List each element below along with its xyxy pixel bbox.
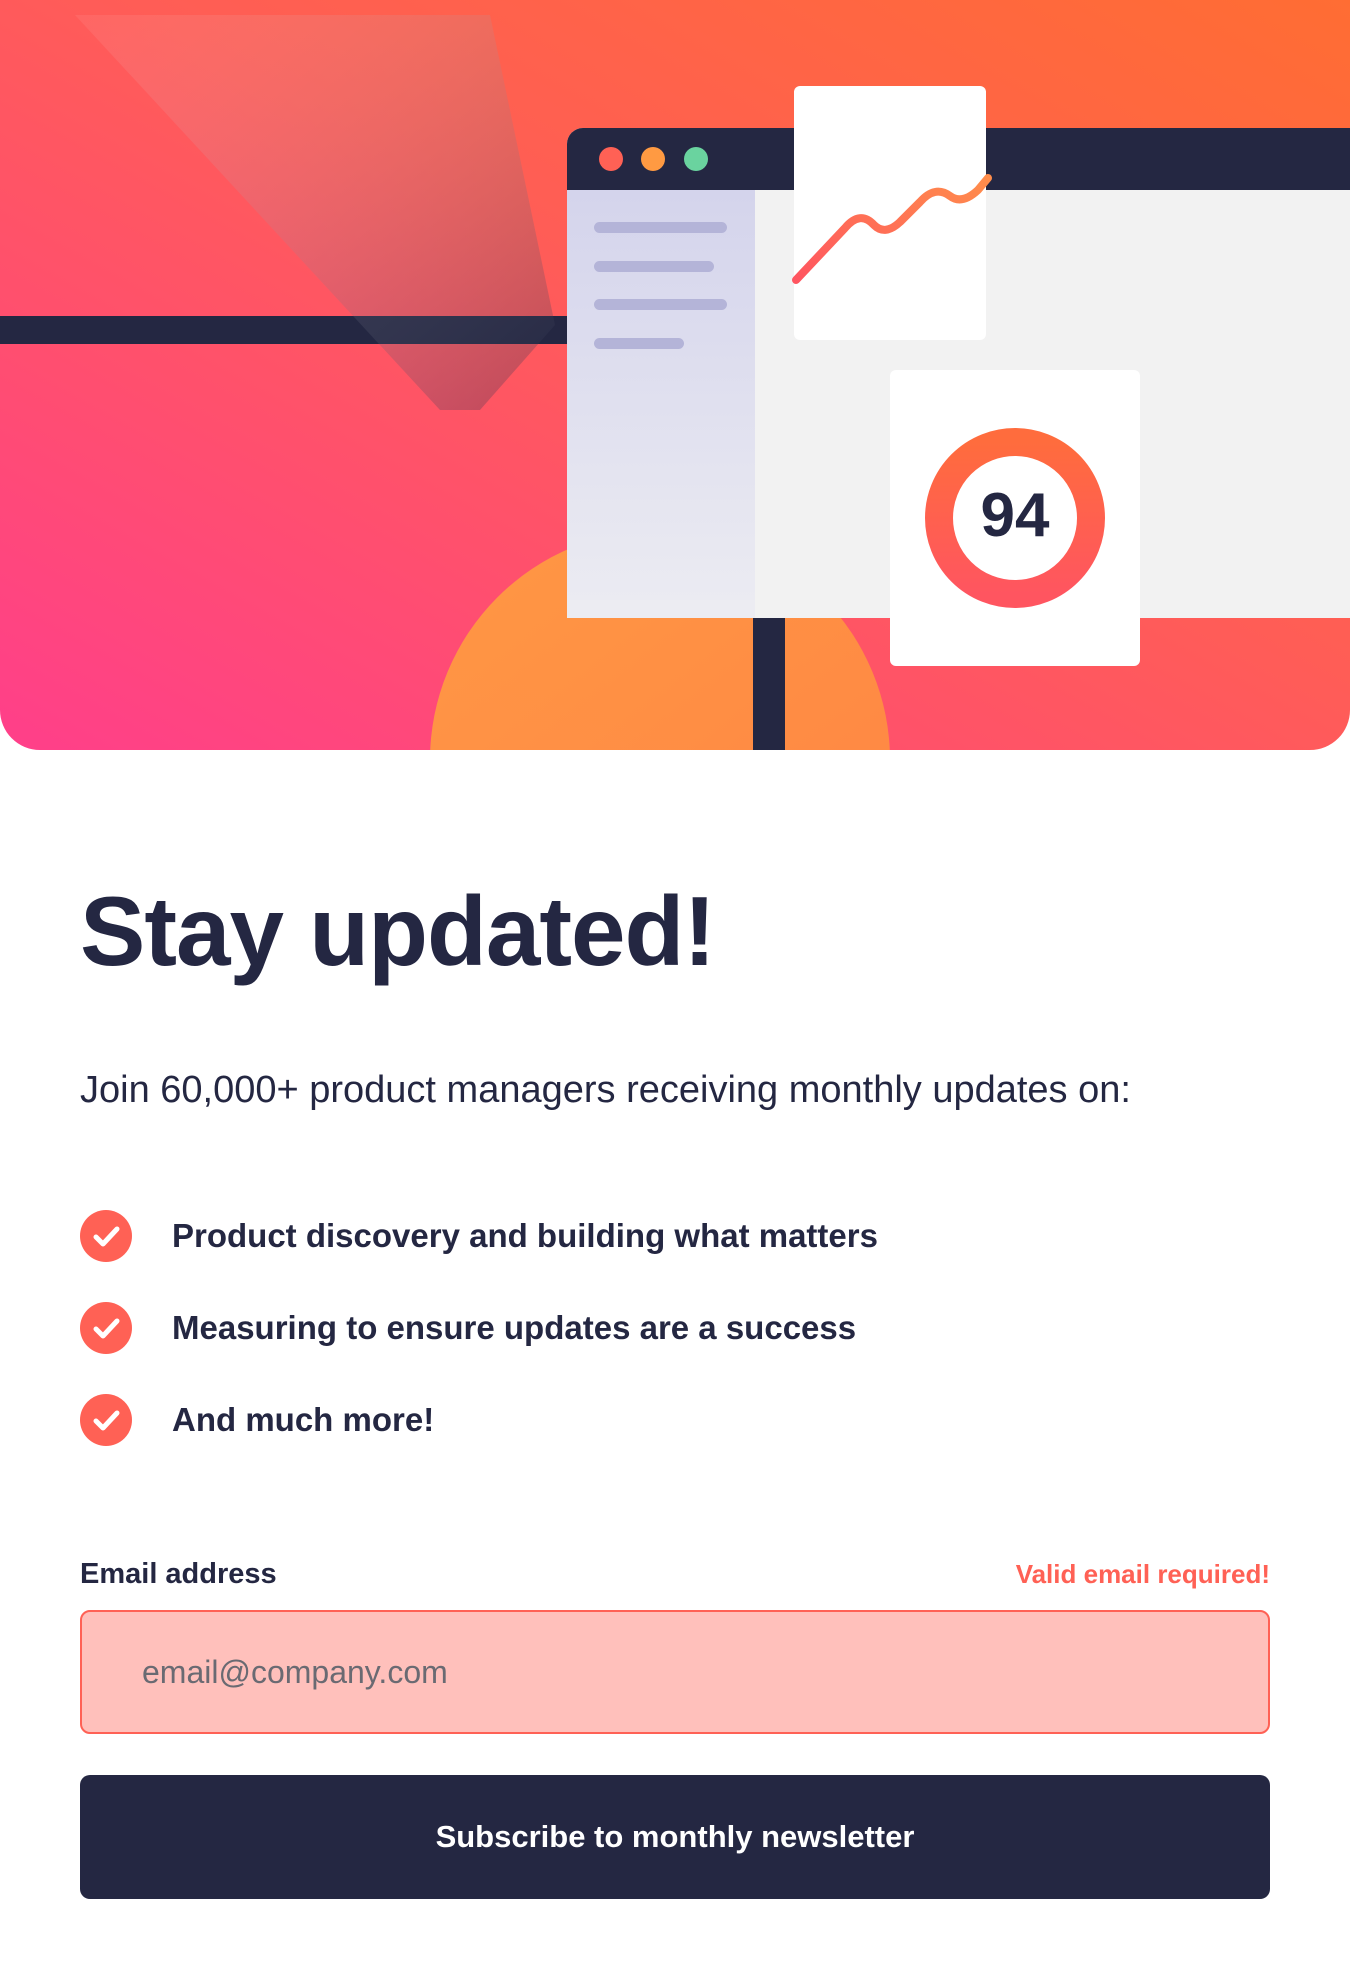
window-dot-green-icon	[684, 147, 708, 171]
feature-list: Product discovery and building what matt…	[80, 1190, 878, 1466]
page-title: Stay updated!	[80, 876, 716, 986]
feature-text: Measuring to ensure updates are a succes…	[172, 1309, 857, 1346]
email-label: Email address	[80, 1558, 277, 1590]
email-label-row: Email address Valid email required!	[80, 1558, 1270, 1591]
list-item: And much more!	[80, 1374, 878, 1466]
feature-text: And much more!	[172, 1401, 435, 1438]
list-item: Measuring to ensure updates are a succes…	[80, 1282, 878, 1374]
email-field[interactable]	[80, 1610, 1270, 1734]
subscribe-button[interactable]: Subscribe to monthly newsletter	[80, 1775, 1270, 1899]
check-circle-icon	[80, 1210, 132, 1262]
window-dot-red-icon	[599, 147, 623, 171]
check-circle-icon	[80, 1302, 132, 1354]
hero-illustration: 94	[0, 0, 1350, 750]
window-dot-orange-icon	[641, 147, 665, 171]
score-value: 94	[981, 481, 1050, 550]
feature-text: Product discovery and building what matt…	[172, 1217, 878, 1254]
hero-graphic: 94	[0, 0, 1350, 750]
check-circle-icon	[80, 1394, 132, 1446]
email-error-message: Valid email required!	[1015, 1559, 1270, 1589]
list-item: Product discovery and building what matt…	[80, 1190, 878, 1282]
intro-text: Join 60,000+ product managers receiving …	[80, 1069, 1131, 1111]
